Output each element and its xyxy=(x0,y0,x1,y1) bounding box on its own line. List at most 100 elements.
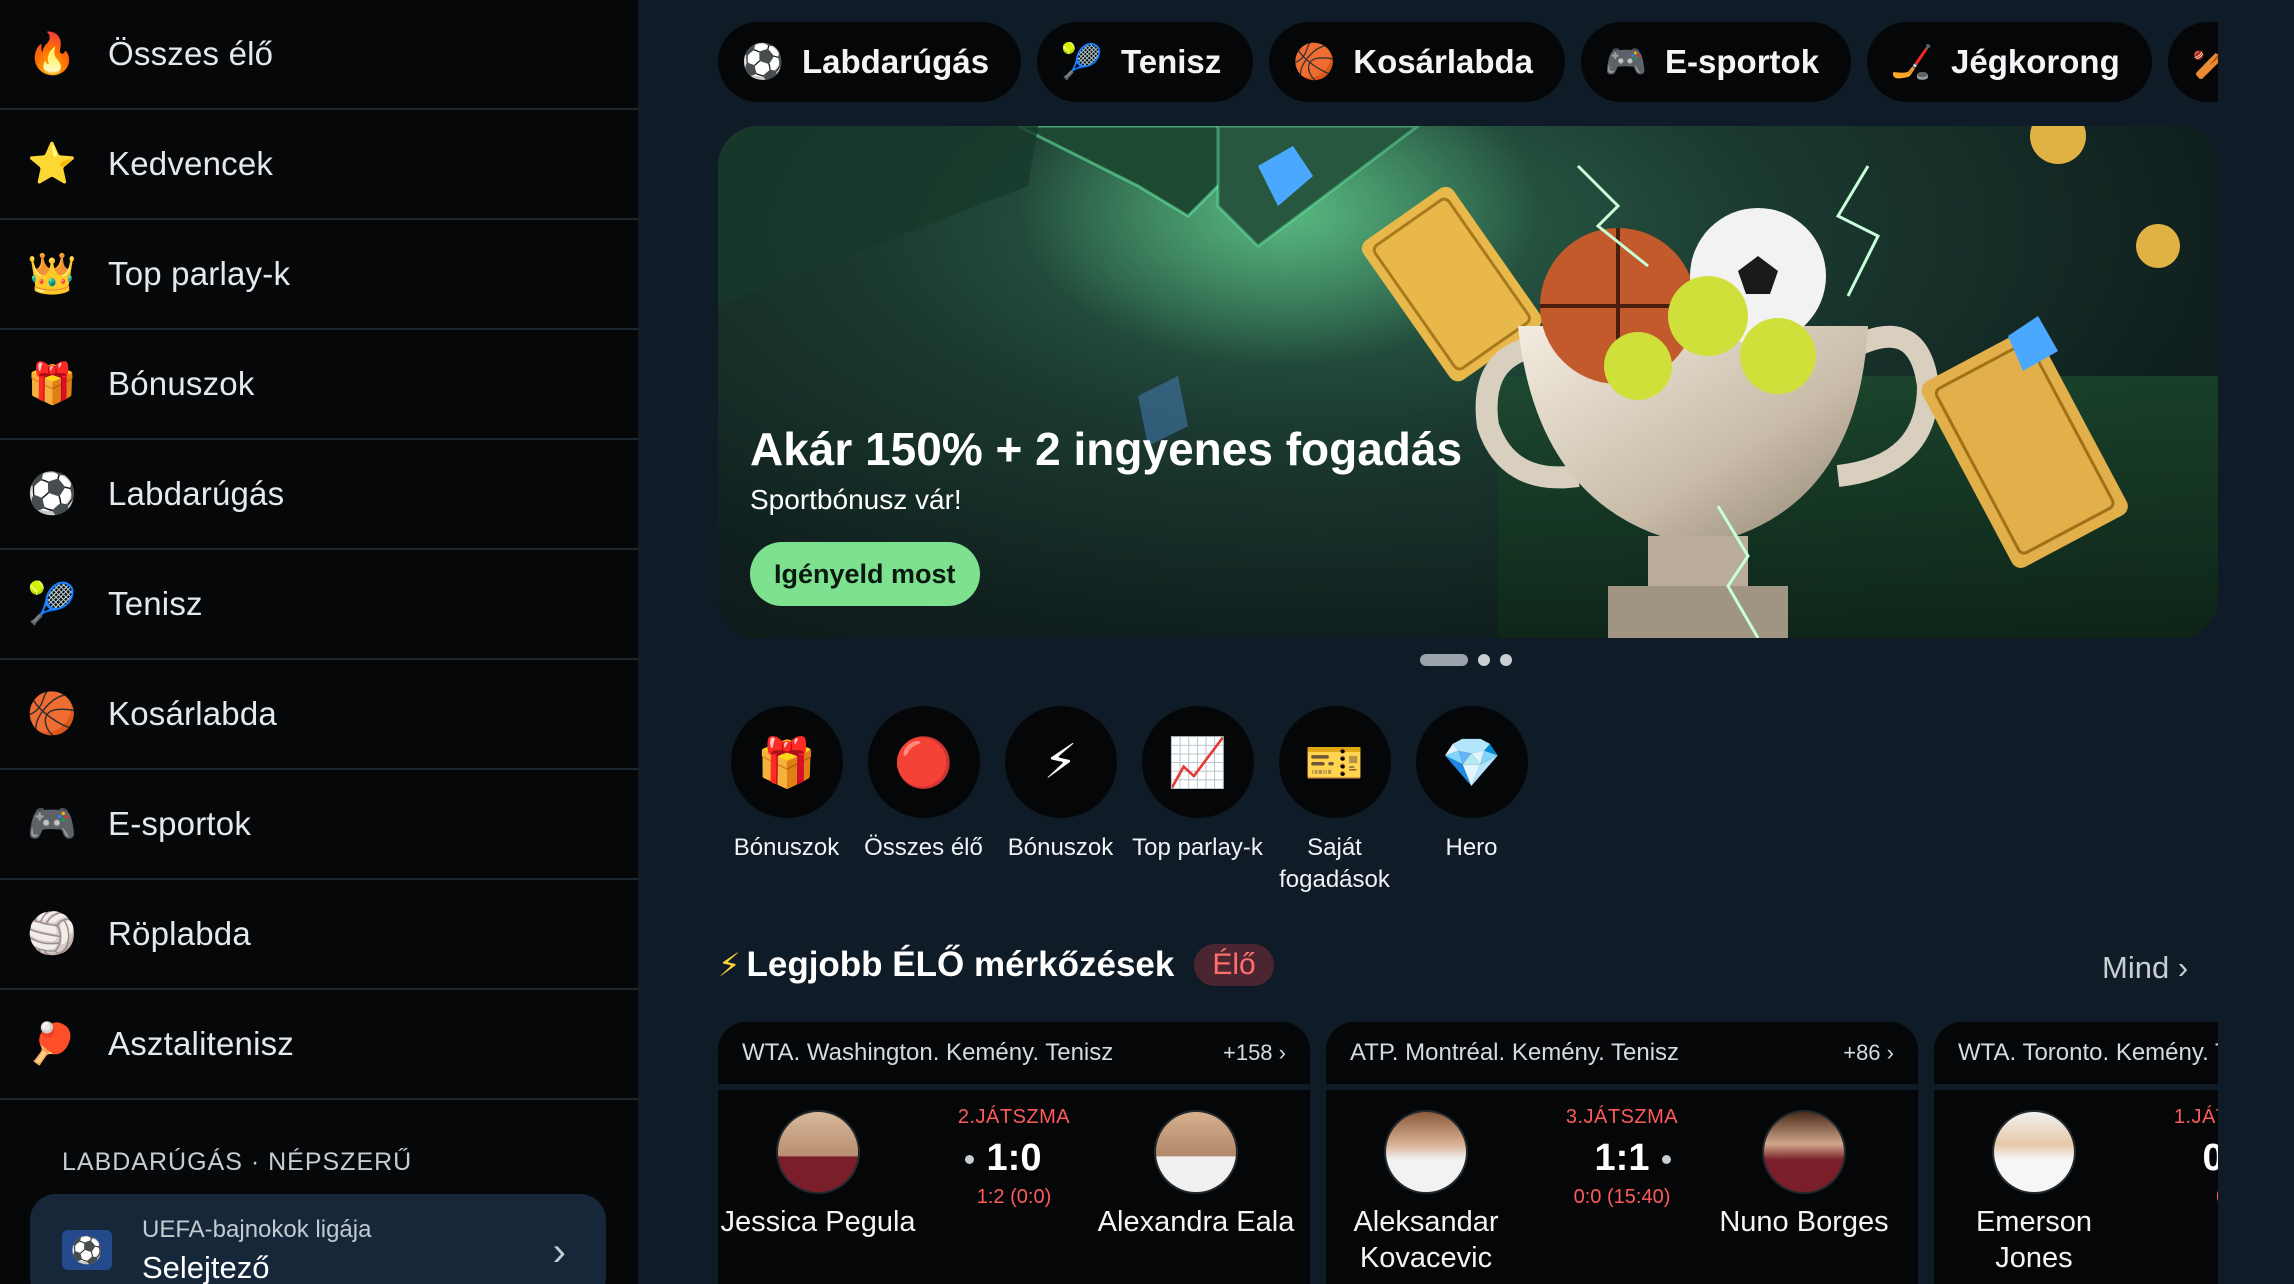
hero-diamond-icon: 💎 xyxy=(1415,706,1528,818)
shortcut-hero[interactable]: 💎 Hero xyxy=(1403,706,1540,896)
player-name: Aleksandar Kovacevic xyxy=(1353,1206,1499,1274)
shortcut-bonuszok-boost[interactable]: ⚡ Bónuszok xyxy=(992,706,1129,896)
shortcut-label: Top parlay-k xyxy=(1132,834,1263,861)
tab-labdarugas[interactable]: ⚽ Labdarúgás xyxy=(718,22,1022,102)
sidebar-item-label: Tenisz xyxy=(108,585,203,622)
champions-league-icon: ⚽ xyxy=(62,1230,112,1270)
cricket-icon: 🏏 xyxy=(2191,43,2218,81)
sidebar-item-osszes-elo[interactable]: 🔥 Összes élő xyxy=(0,0,638,110)
player-avatar xyxy=(776,1110,860,1194)
carousel-dot-3[interactable] xyxy=(1500,654,1512,666)
flame-icon: 🔥 xyxy=(27,32,77,76)
sidebar-item-bonuszok[interactable]: 🎁 Bónuszok xyxy=(0,330,638,440)
see-all-link[interactable]: Mind › xyxy=(2102,950,2188,986)
away-player: Nuno Borges xyxy=(1704,1110,1904,1240)
chevron-right-icon: › xyxy=(2177,950,2189,985)
sidebar-item-top-parlay[interactable]: 👑 Top parlay-k xyxy=(0,220,638,330)
sidebar-item-kosarlabda[interactable]: 🏀 Kosárlabda xyxy=(0,660,638,770)
match-card-body: Jessica Pegula 2.JÁTSZMA 1:0 1:2 (0:0) A… xyxy=(718,1090,1310,1284)
player-name: Nuno Borges xyxy=(1719,1206,1889,1238)
chevron-right-icon: › xyxy=(552,1230,566,1274)
sidebar-item-label: Top parlay-k xyxy=(108,255,291,292)
match-score: 1:0 xyxy=(986,1137,1042,1179)
shortcut-top-parlay[interactable]: 📈 Top parlay-k xyxy=(1129,706,1266,896)
gift-icon: 🎁 xyxy=(730,706,843,818)
tab-kosarlabda[interactable]: 🏀 Kosárlabda xyxy=(1269,22,1566,102)
trend-arrow-icon: 📈 xyxy=(1141,706,1254,818)
tab-e-sportok[interactable]: 🎮 E-sportok xyxy=(1581,22,1852,102)
match-card-body: Aleksandar Kovacevic 3.JÁTSZMA 1:1 0:0 (… xyxy=(1326,1090,1918,1284)
gift-icon: 🎁 xyxy=(27,362,77,406)
match-score-wrap: 1:0 xyxy=(964,1137,1042,1180)
quick-shortcuts: 🎁 Bónuszok 🔴 Összes élő ⚡ Bónuszok 📈 Top… xyxy=(718,706,1540,896)
live-button-icon: 🔴 xyxy=(867,706,980,818)
player-avatar xyxy=(1992,1110,2076,1194)
basketball-icon: 🏀 xyxy=(1293,43,1336,81)
sidebar: 🔥 Összes élő ⭐ Kedvencek 👑 Top parlay-k … xyxy=(0,0,638,1284)
league-name: ATP. Montréal. Kemény. Tenisz xyxy=(1350,1039,1680,1066)
sidebar-item-roplabda[interactable]: 🏐 Röplabda xyxy=(0,880,638,990)
player-avatar xyxy=(1384,1110,1468,1194)
shortcut-label: Hero xyxy=(1445,834,1498,861)
match-period: 3.JÁTSZMA xyxy=(1565,1106,1679,1128)
main-content: ⚽ Labdarúgás 🎾 Tenisz 🏀 Kosárlabda 🎮 E-s… xyxy=(638,0,2294,1284)
player-name: Alexandra Eala xyxy=(1097,1206,1295,1238)
more-markets-link[interactable]: +86 › xyxy=(1843,1040,1894,1066)
scoreboard: 3.JÁTSZMA 1:1 0:0 (15:40) xyxy=(1512,1106,1732,1209)
sidebar-section-title: LABDARÚGÁS · NÉPSZERŰ xyxy=(62,1148,413,1176)
shortcut-label: Bónuszok xyxy=(1007,834,1114,861)
star-icon: ⭐ xyxy=(27,142,77,186)
tab-tenisz[interactable]: 🎾 Tenisz xyxy=(1037,22,1254,102)
league-subtitle: UEFA-bajnokok ligája xyxy=(142,1216,372,1243)
match-card[interactable]: WTA. Washington. Kemény. Tenisz +158 › J… xyxy=(718,1022,1310,1284)
claim-now-button[interactable]: Igényeld most xyxy=(750,542,980,606)
scoreboard: 2.JÁTSZMA 1:0 1:2 (0:0) xyxy=(904,1106,1124,1209)
carousel-dot-1[interactable] xyxy=(1420,654,1468,666)
sidebar-item-kedvencek[interactable]: ⭐ Kedvencek xyxy=(0,110,638,220)
shortcut-sajat-fogadasok[interactable]: 🎫 Saját fogadások xyxy=(1266,706,1403,896)
more-markets-link[interactable]: +158 › xyxy=(1223,1040,1286,1066)
league-title: Selejtező xyxy=(142,1250,270,1284)
tab-label: Jégkorong xyxy=(1951,43,2120,80)
tab-cricket[interactable]: 🏏 xyxy=(2167,22,2218,102)
tab-label: Labdarúgás xyxy=(802,43,990,80)
sidebar-item-label: Kedvencek xyxy=(108,145,274,182)
match-score: 1:1 xyxy=(1594,1137,1650,1179)
sidebar-item-asztalitenisz[interactable]: 🏓 Asztalitenisz xyxy=(0,990,638,1100)
shortcut-bonuszok[interactable]: 🎁 Bónuszok xyxy=(718,706,855,896)
markets-count: +86 xyxy=(1843,1040,1881,1065)
player-avatar xyxy=(1154,1110,1238,1194)
home-player: Emerson Jones xyxy=(1934,1110,2134,1276)
lightning-icon: ⚡ xyxy=(718,947,741,983)
gamepad-icon: 🎮 xyxy=(27,802,77,846)
sport-tabs: ⚽ Labdarúgás 🎾 Tenisz 🏀 Kosárlabda 🎮 E-s… xyxy=(718,22,2218,102)
carousel-dot-2[interactable] xyxy=(1478,654,1490,666)
lightning-icon: ⚡ xyxy=(1004,706,1117,818)
promo-banner[interactable]: Akár 150% + 2 ingyenes fogadás Sportbónu… xyxy=(718,126,2218,638)
player-name: Jessica Pegula xyxy=(720,1206,916,1238)
league-card-champions-league[interactable]: ⚽ UEFA-bajnokok ligája Selejtező › xyxy=(30,1194,606,1284)
match-period: 2.JÁTSZMA xyxy=(957,1106,1071,1128)
match-card[interactable]: ATP. Montréal. Kemény. Tenisz +86 › Alek… xyxy=(1326,1022,1918,1284)
sidebar-item-label: Labdarúgás xyxy=(108,475,285,512)
sidebar-item-labdarugas[interactable]: ⚽ Labdarúgás xyxy=(0,440,638,550)
banner-title: Akár 150% + 2 ingyenes fogadás xyxy=(750,423,1463,475)
shortcut-label: Saját fogadások xyxy=(1279,834,1390,893)
sidebar-menu: 🔥 Összes élő ⭐ Kedvencek 👑 Top parlay-k … xyxy=(0,0,638,1100)
league-name: WTA. Washington. Kemény. Tenisz xyxy=(742,1039,1114,1066)
tab-jegkorong[interactable]: 🏒 Jégkorong xyxy=(1867,22,2152,102)
hockey-puck-icon: 🏒 xyxy=(1890,43,1934,81)
sidebar-item-tenisz[interactable]: 🎾 Tenisz xyxy=(0,550,638,660)
shortcut-osszes-elo[interactable]: 🔴 Összes élő xyxy=(855,706,992,896)
basketball-icon: 🏀 xyxy=(27,692,77,736)
volleyball-icon: 🏐 xyxy=(27,912,77,956)
sidebar-item-label: Kosárlabda xyxy=(108,695,277,732)
live-section-header: ⚡ Legjobb ÉLŐ mérkőzések Élő xyxy=(718,944,1274,986)
serving-indicator xyxy=(1662,1155,1672,1164)
tab-label: E-sportok xyxy=(1665,43,1820,80)
tennis-racket-icon: 🎾 xyxy=(1060,43,1104,81)
sidebar-item-label: Összes élő xyxy=(108,35,274,72)
set-score: 1:2 (0:0) xyxy=(976,1186,1052,1208)
sidebar-item-e-sportok[interactable]: 🎮 E-sportok xyxy=(0,770,638,880)
home-player: Aleksandar Kovacevic xyxy=(1326,1110,1526,1276)
